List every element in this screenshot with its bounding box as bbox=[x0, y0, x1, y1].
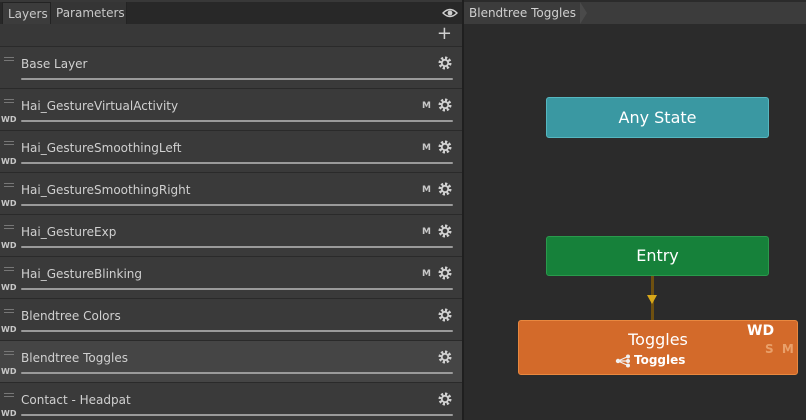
layer-weight-slider[interactable] bbox=[21, 372, 453, 374]
layer-name: Blendtree Toggles bbox=[21, 351, 128, 365]
write-defaults-badge: WD bbox=[1, 367, 17, 376]
mask-badge: M bbox=[422, 269, 431, 279]
layer-weight-slider[interactable] bbox=[21, 162, 453, 164]
layer-weight-slider[interactable] bbox=[21, 246, 453, 248]
drag-handle-icon[interactable] bbox=[4, 267, 14, 271]
write-defaults-badge: WD bbox=[1, 325, 17, 334]
layer-weight-slider[interactable] bbox=[21, 204, 453, 206]
drag-handle-icon[interactable] bbox=[4, 183, 14, 187]
layer-row[interactable]: WD Hai_GestureBlinking M bbox=[0, 256, 462, 298]
entry-node[interactable]: Entry bbox=[546, 236, 769, 276]
layer-name: Base Layer bbox=[21, 57, 88, 71]
write-defaults-badge: WD bbox=[1, 409, 17, 418]
gear-icon[interactable] bbox=[438, 98, 452, 112]
gear-icon[interactable] bbox=[438, 266, 452, 280]
layer-row[interactable]: WD Hai_GestureSmoothingRight M bbox=[0, 172, 462, 214]
gear-icon[interactable] bbox=[438, 140, 452, 154]
gear-icon[interactable] bbox=[438, 308, 452, 322]
mask-badge: M bbox=[422, 227, 431, 237]
any-state-node[interactable]: Any State bbox=[546, 97, 769, 138]
gear-icon[interactable] bbox=[438, 392, 452, 406]
breadcrumb-arrow-icon bbox=[580, 2, 587, 24]
breadcrumb-bar: Blendtree Toggles bbox=[464, 2, 806, 24]
mask-badge: M bbox=[422, 185, 431, 195]
layer-row[interactable]: WD Contact - Headpat bbox=[0, 382, 462, 420]
gear-icon[interactable] bbox=[438, 224, 452, 238]
state-flags-badge: S M bbox=[765, 342, 796, 356]
layers-panel: Layers Parameters + Base Layer WD Hai_Ge… bbox=[0, 0, 462, 420]
breadcrumb-item[interactable]: Blendtree Toggles bbox=[464, 2, 592, 24]
write-defaults-badge: WD bbox=[1, 241, 17, 250]
write-defaults-badge: WD bbox=[1, 157, 17, 166]
layer-row[interactable]: Base Layer bbox=[0, 46, 462, 88]
gear-icon[interactable] bbox=[438, 182, 452, 196]
layer-weight-slider[interactable] bbox=[21, 414, 453, 416]
drag-handle-icon[interactable] bbox=[4, 99, 14, 103]
layers-toolbar: + bbox=[0, 24, 462, 44]
layer-name: Hai_GestureSmoothingRight bbox=[21, 183, 191, 197]
layer-row[interactable]: WD Blendtree Colors bbox=[0, 298, 462, 340]
layer-weight-slider[interactable] bbox=[21, 78, 453, 80]
tab-parameters[interactable]: Parameters bbox=[51, 2, 127, 24]
transition-arrow-icon bbox=[647, 295, 657, 304]
layer-row[interactable]: WD Hai_GestureVirtualActivity M bbox=[0, 88, 462, 130]
drag-handle-icon[interactable] bbox=[4, 309, 14, 313]
layer-name: Contact - Headpat bbox=[21, 393, 131, 407]
layer-weight-slider[interactable] bbox=[21, 120, 453, 122]
layer-name: Hai_GestureBlinking bbox=[21, 267, 143, 281]
layer-row[interactable]: WD Hai_GestureSmoothingLeft M bbox=[0, 130, 462, 172]
drag-handle-icon[interactable] bbox=[4, 225, 14, 229]
layer-name: Blendtree Colors bbox=[21, 309, 121, 323]
toggles-state-node[interactable]: Toggles Toggles WD S M bbox=[518, 320, 798, 375]
layer-name: Hai_GestureExp bbox=[21, 225, 117, 239]
drag-handle-icon[interactable] bbox=[4, 141, 14, 145]
write-defaults-badge: WD bbox=[1, 283, 17, 292]
drag-handle-icon[interactable] bbox=[4, 57, 14, 61]
layer-row-selected[interactable]: WD Blendtree Toggles bbox=[0, 340, 462, 382]
write-defaults-badge: WD bbox=[1, 115, 17, 124]
mask-badge: M bbox=[422, 143, 431, 153]
eye-icon[interactable] bbox=[442, 6, 458, 20]
mask-badge: M bbox=[422, 101, 431, 111]
layer-row[interactable]: WD Hai_GestureExp M bbox=[0, 214, 462, 256]
layer-weight-slider[interactable] bbox=[21, 330, 453, 332]
gear-icon[interactable] bbox=[438, 350, 452, 364]
layer-name: Hai_GestureVirtualActivity bbox=[21, 99, 179, 113]
gear-icon[interactable] bbox=[438, 56, 452, 70]
plus-icon[interactable]: + bbox=[437, 24, 452, 44]
panel-tabs: Layers Parameters bbox=[0, 2, 462, 24]
tab-layers[interactable]: Layers bbox=[2, 2, 51, 24]
write-defaults-badge: WD bbox=[747, 323, 775, 339]
write-defaults-badge: WD bbox=[1, 199, 17, 208]
drag-handle-icon[interactable] bbox=[4, 393, 14, 397]
layer-name: Hai_GestureSmoothingLeft bbox=[21, 141, 182, 155]
blend-tree-label: Toggles bbox=[634, 353, 686, 367]
animator-graph-panel[interactable]: Blendtree Toggles Any State Entry Toggle… bbox=[464, 0, 806, 420]
drag-handle-icon[interactable] bbox=[4, 351, 14, 355]
layer-weight-slider[interactable] bbox=[21, 288, 453, 290]
